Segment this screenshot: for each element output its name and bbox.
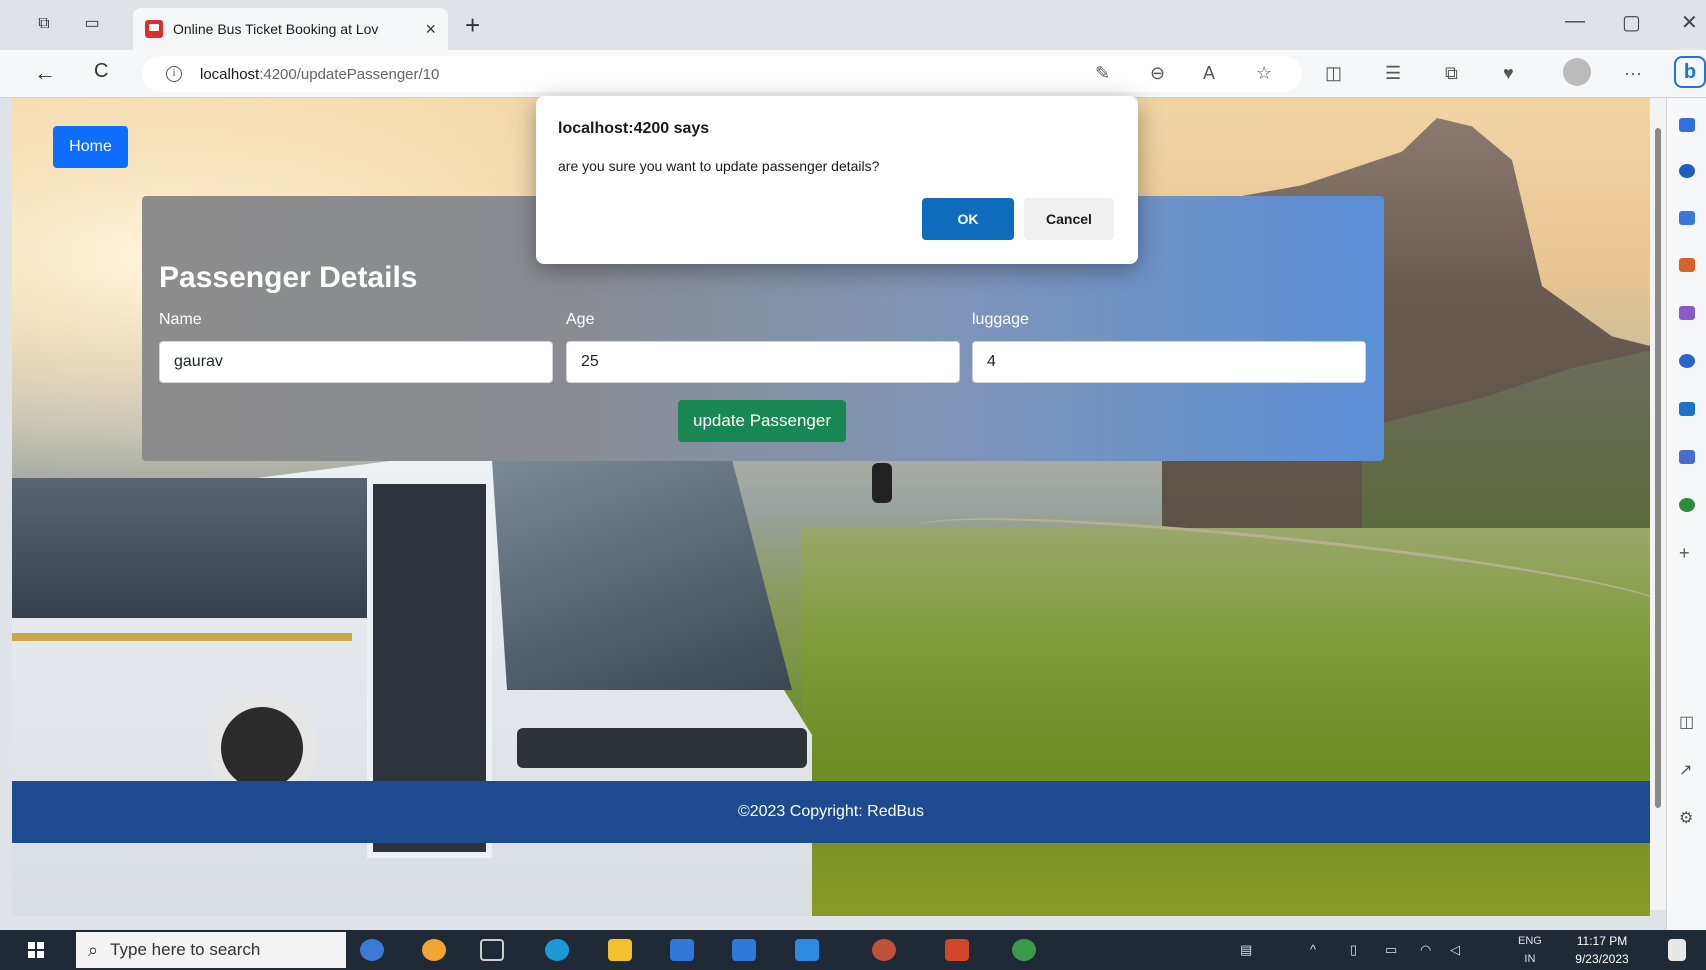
notifications-icon[interactable]	[1679, 118, 1695, 132]
page-scrollbar[interactable]	[1650, 98, 1666, 910]
tools-icon[interactable]	[1679, 258, 1695, 272]
tab-title: Online Bus Ticket Booking at Lov	[172, 21, 379, 37]
bus-stripe	[12, 633, 352, 641]
new-tab-button[interactable]: +	[465, 10, 480, 41]
tree-icon[interactable]	[1679, 498, 1695, 512]
clock-time: 11:17 PM	[1576, 934, 1628, 948]
weather-icon[interactable]	[360, 939, 384, 961]
redbus-favicon-icon	[145, 20, 163, 38]
workspaces-icon[interactable]: ⧉	[34, 14, 54, 34]
name-field[interactable]: gaurav	[159, 341, 553, 383]
update-passenger-button[interactable]: update Passenger	[678, 400, 846, 442]
pen-icon[interactable]: ✎	[1095, 63, 1110, 84]
favorites-icon[interactable]: ☰	[1385, 63, 1401, 84]
tab-active[interactable]: Online Bus Ticket Booking at Lov ×	[133, 8, 448, 50]
footer: ©2023 Copyright: RedBus	[12, 781, 1650, 843]
file-explorer-icon[interactable]	[608, 939, 632, 961]
task-view-icon[interactable]	[480, 939, 504, 961]
notification-center-icon[interactable]	[1668, 939, 1686, 961]
games-icon[interactable]	[1679, 306, 1695, 320]
read-aloud-icon[interactable]: A	[1203, 63, 1215, 84]
split-screen-icon[interactable]: ◫	[1325, 63, 1342, 84]
dialog-cancel-button[interactable]: Cancel	[1024, 198, 1114, 240]
home-button[interactable]: Home	[53, 126, 128, 168]
url-path: :4200/updatePassenger/10	[259, 65, 440, 83]
bus-mirror	[872, 463, 892, 503]
scrollbar-thumb[interactable]	[1655, 128, 1661, 808]
search-icon[interactable]	[1679, 164, 1695, 178]
age-field[interactable]: 25	[566, 341, 960, 383]
news-widget-icon[interactable]	[422, 939, 446, 961]
dialog-message: are you sure you want to update passenge…	[558, 158, 880, 174]
bing-chat-icon[interactable]: b	[1674, 56, 1706, 88]
clock-date: 9/23/2023	[1575, 952, 1629, 966]
address-bar: ← C i localhost:4200/updatePassenger/10 …	[0, 50, 1706, 98]
windows-taskbar: ⌕ Type here to search ▤ ^ ▯ ▭ ◠ ◁ ENG IN…	[0, 930, 1706, 970]
back-icon[interactable]: ←	[34, 60, 56, 86]
add-sidebar-app-icon[interactable]: +	[1679, 544, 1695, 562]
windows-start-icon[interactable]	[28, 942, 44, 958]
microsoft-365-icon[interactable]	[1679, 354, 1695, 368]
open-in-window-icon[interactable]: ↗	[1679, 763, 1695, 779]
zoom-icon[interactable]: ⊖	[1150, 63, 1165, 84]
language-indicator[interactable]: ENG IN	[1518, 932, 1542, 968]
section-title: Passenger Details	[159, 261, 418, 294]
profile-avatar[interactable]	[1563, 58, 1591, 86]
luggage-field[interactable]: 4	[972, 341, 1366, 383]
taskbar-search-placeholder: Type here to search	[110, 940, 261, 959]
dialog-ok-button[interactable]: OK	[922, 198, 1014, 240]
drop-icon[interactable]	[1679, 450, 1695, 464]
tab-actions-icon[interactable]: ▭	[82, 14, 102, 34]
refresh-icon[interactable]: C	[94, 60, 108, 83]
site-info-icon[interactable]: i	[166, 66, 182, 82]
lang-bottom: IN	[1524, 953, 1536, 965]
confirm-dialog: localhost:4200 says are you sure you wan…	[536, 96, 1138, 264]
chrome-icon[interactable]	[1012, 939, 1036, 961]
settings-gear-icon[interactable]: ⚙	[1679, 811, 1695, 827]
chevron-up-icon[interactable]: ^	[1310, 942, 1316, 957]
tab-bar: ⧉ ▭ Online Bus Ticket Booking at Lov × +…	[0, 0, 1706, 50]
taskbar-search[interactable]: ⌕ Type here to search	[76, 932, 346, 968]
lang-top: ENG	[1518, 935, 1542, 947]
wifi-icon[interactable]: ◠	[1420, 942, 1431, 958]
restore-icon[interactable]: ▢	[1622, 10, 1641, 35]
name-label: Name	[159, 311, 202, 328]
store-icon[interactable]	[670, 939, 694, 961]
volume-icon[interactable]: ◁	[1450, 942, 1460, 958]
favorite-star-icon[interactable]: ☆	[1256, 63, 1272, 84]
age-label: Age	[566, 311, 595, 328]
edge-browser-icon[interactable]	[545, 939, 569, 961]
more-icon[interactable]: ···	[1624, 63, 1642, 84]
outlook-icon[interactable]	[1679, 402, 1695, 416]
close-window-icon[interactable]: ✕	[1681, 10, 1698, 35]
vscode-icon[interactable]	[795, 939, 819, 961]
settings-app-icon[interactable]	[872, 939, 896, 961]
luggage-label: luggage	[972, 311, 1029, 328]
url-field[interactable]: i localhost:4200/updatePassenger/10	[142, 56, 1302, 92]
browser-essentials-icon[interactable]: ♥	[1503, 63, 1514, 84]
edge-sidebar: + ◫ ↗ ⚙	[1666, 98, 1706, 930]
tab-close-icon[interactable]: ×	[425, 19, 436, 40]
minimize-icon[interactable]: —	[1565, 10, 1585, 33]
url-host: localhost	[200, 65, 260, 83]
battery-icon[interactable]: ▯	[1350, 942, 1357, 958]
mail-icon[interactable]	[732, 939, 756, 961]
shopping-icon[interactable]	[1679, 211, 1695, 225]
bus-grill	[517, 728, 807, 768]
news-tray-icon[interactable]: ▤	[1240, 942, 1252, 958]
dialog-title: localhost:4200 says	[558, 120, 710, 137]
taskbar-clock[interactable]: 11:17 PM 9/23/2023	[1562, 932, 1642, 968]
network-icon[interactable]: ▭	[1385, 942, 1397, 958]
powerpoint-icon[interactable]	[945, 939, 969, 961]
collections-icon[interactable]: ⧉	[1445, 63, 1458, 84]
search-icon: ⌕	[88, 939, 99, 960]
hide-sidebar-icon[interactable]: ◫	[1679, 715, 1695, 731]
